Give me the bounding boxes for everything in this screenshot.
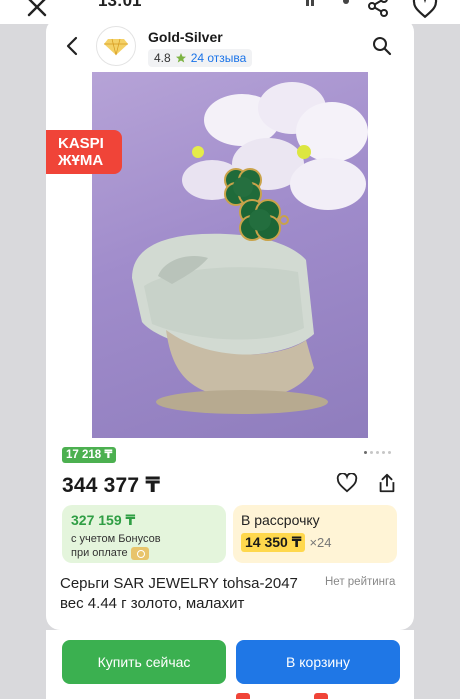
- installment-label: В рассрочку: [241, 512, 320, 528]
- installment-multiplier: ×24: [309, 535, 332, 550]
- tab-hint-icon: [314, 693, 328, 699]
- shop-name[interactable]: Gold-Silver: [148, 29, 223, 45]
- reviews-link[interactable]: 24 отзыва: [191, 51, 247, 65]
- shop-rating[interactable]: 4.8 24 отзыва: [148, 49, 253, 67]
- shop-header: Gold-Silver 4.8 24 отзыва: [46, 18, 414, 74]
- bonus-tag: 17 218 ₸: [62, 447, 117, 463]
- product-image[interactable]: [92, 72, 368, 438]
- badge-line-1: KASPI: [58, 135, 104, 152]
- product-card: Gold-Silver 4.8 24 отзыва KASPI ЖҰМА 17 …: [46, 18, 414, 630]
- installment-amount: 14 350 ₸: [241, 533, 306, 552]
- add-to-cart-button[interactable]: В корзину: [236, 640, 400, 684]
- rating-value: 4.8: [154, 51, 171, 65]
- carousel-dot[interactable]: [382, 451, 385, 454]
- bonus-caption-1: с учетом Бонусов: [71, 533, 161, 545]
- bonus-price-box[interactable]: 327 159 ₸ с учетом Бонусов при оплате: [62, 505, 226, 563]
- earrings-photo: [132, 82, 368, 414]
- kaspi-zhuma-badge: KASPI ЖҰМА: [46, 130, 122, 174]
- action-bar: Купить сейчас В корзину: [46, 630, 414, 699]
- share-icon[interactable]: [366, 0, 390, 18]
- back-icon[interactable]: [64, 36, 82, 56]
- star-icon: [175, 53, 186, 63]
- clock: 13:01: [98, 0, 142, 10]
- heart-icon[interactable]: [412, 0, 438, 20]
- product-title: Серьги SAR JEWELRY tohsa-2047 вес 4.44 г…: [60, 574, 318, 614]
- product-price: 344 377 ₸: [62, 474, 161, 497]
- product-rating-status: Нет рейтинга: [325, 576, 396, 588]
- badge-line-2: ЖҰМА: [58, 152, 104, 169]
- product-title-line-2: вес 4.44 г золото, малахит: [60, 595, 245, 612]
- carousel-dot[interactable]: [388, 451, 391, 454]
- carousel-dots: [364, 451, 391, 454]
- shop-logo[interactable]: [96, 26, 136, 66]
- close-icon[interactable]: [24, 0, 50, 20]
- share-upload-icon[interactable]: [376, 472, 398, 494]
- carousel-dot[interactable]: [370, 451, 373, 454]
- product-title-line-1: Серьги SAR JEWELRY tohsa-2047: [60, 575, 298, 592]
- buy-now-button[interactable]: Купить сейчас: [62, 640, 226, 684]
- kaspi-coin-icon: [130, 546, 149, 560]
- bonus-caption-2: при оплате: [71, 547, 128, 559]
- carousel-dot[interactable]: [364, 451, 367, 454]
- tab-hint-icon: [236, 693, 250, 699]
- carousel-dot[interactable]: [376, 451, 379, 454]
- status-icons: [306, 0, 349, 6]
- search-icon[interactable]: [372, 36, 392, 56]
- installment-box[interactable]: В рассрочку 14 350 ₸ ×24: [233, 505, 397, 563]
- bonus-price-value: 327 159 ₸: [71, 512, 136, 528]
- favorite-icon[interactable]: [336, 473, 358, 493]
- diamond-logo-icon: [104, 38, 128, 56]
